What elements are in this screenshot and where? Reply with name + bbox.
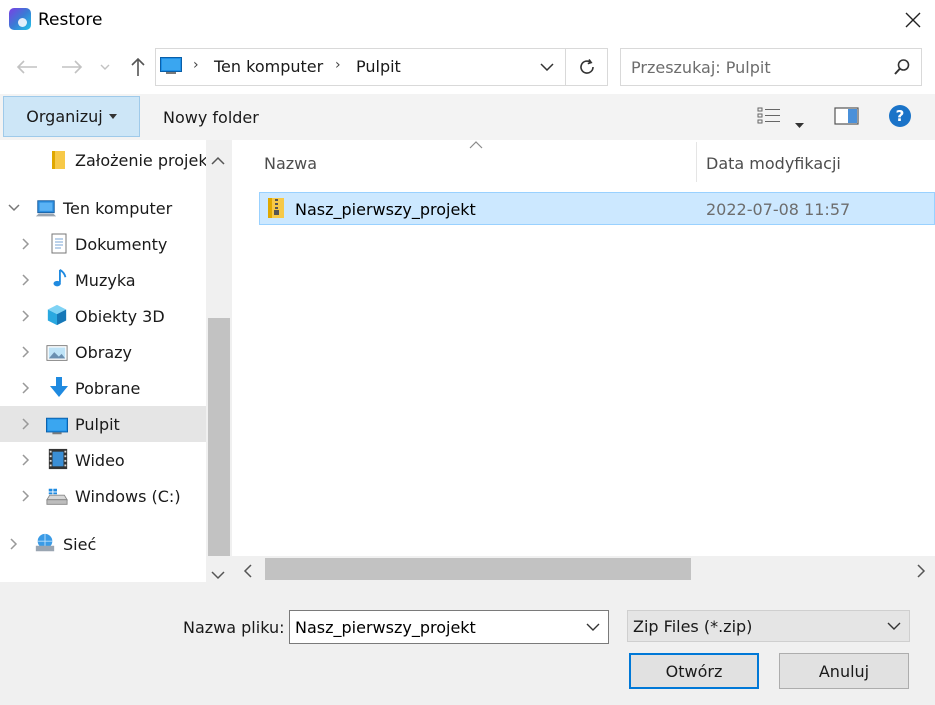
column-header-name[interactable]: Nazwa	[264, 154, 317, 173]
tree-item-label: Sieć	[63, 534, 97, 554]
chevron-right-icon	[22, 346, 30, 358]
arrow-left-icon	[16, 60, 37, 74]
tree-item-label: Pulpit	[75, 414, 120, 434]
refresh-button[interactable]	[566, 48, 608, 86]
tree-item-pulpit[interactable]: Pulpit	[0, 406, 206, 442]
new-folder-button[interactable]: Nowy folder	[163, 108, 259, 127]
up-button[interactable]	[123, 54, 153, 80]
tree-item-obiekty-3d[interactable]: Obiekty 3D	[0, 298, 206, 334]
view-options-icon[interactable]	[757, 106, 781, 130]
navigation-scroll-thumb[interactable]	[208, 318, 230, 556]
forward-button[interactable]	[57, 54, 87, 80]
search-placeholder[interactable]: Przeszukaj: Pulpit	[631, 58, 771, 77]
preview-pane-icon[interactable]	[834, 106, 860, 130]
chevron-right-icon	[22, 418, 30, 430]
chevron-down-icon	[100, 64, 110, 70]
app-icon	[9, 8, 31, 30]
arrow-right-icon	[62, 60, 83, 74]
cancel-button[interactable]: Anuluj	[779, 653, 909, 689]
window-title: Restore	[38, 10, 103, 30]
folder-icon	[52, 151, 65, 169]
column-header-date[interactable]: Data modyfikacji	[706, 154, 841, 173]
close-button[interactable]	[890, 0, 935, 40]
horizontal-scroll-thumb[interactable]	[265, 558, 691, 580]
search-icon[interactable]	[893, 58, 911, 80]
refresh-icon	[579, 59, 594, 74]
chevron-right-icon	[22, 238, 30, 250]
chevron-down-icon	[586, 623, 600, 631]
video-icon	[48, 448, 68, 470]
address-dropdown-button[interactable]	[528, 48, 566, 86]
open-button[interactable]: Otwórz	[629, 653, 759, 689]
chevron-down-icon	[540, 63, 554, 71]
scroll-up-icon[interactable]	[211, 150, 225, 169]
chevron-right-icon	[10, 538, 18, 550]
file-name: Nasz_pierwszy_projekt	[295, 200, 476, 219]
sort-ascending-icon	[469, 138, 483, 152]
music-icon	[53, 269, 67, 287]
title-bar	[0, 0, 935, 40]
navigation-pane[interactable]: Założenie projek Ten komputer Dokumenty …	[0, 140, 232, 582]
recent-locations-button[interactable]	[92, 54, 118, 80]
filename-label: Nazwa pliku:	[183, 618, 285, 637]
tree-item-label: Muzyka	[75, 270, 136, 290]
tree-item-muzyka[interactable]: Muzyka	[0, 262, 206, 298]
network-icon	[35, 533, 55, 552]
drive-icon	[46, 488, 68, 505]
organize-label: Organizuj	[26, 107, 103, 126]
tree-item-zalozenie-projektu[interactable]: Założenie projek	[0, 142, 208, 178]
chevron-down-icon	[887, 622, 901, 630]
tree-item-windows-c[interactable]: Windows (C:)	[0, 478, 206, 514]
arrow-up-icon	[131, 57, 145, 76]
filetype-dropdown-button[interactable]	[880, 612, 908, 640]
back-button[interactable]	[12, 54, 42, 80]
desktop-icon	[46, 417, 68, 435]
desktop-icon	[160, 57, 182, 74]
tree-item-label: Pobrane	[75, 378, 141, 398]
breadcrumb-ten-komputer[interactable]: Ten komputer	[214, 57, 323, 76]
tree-item-label: Dokumenty	[75, 234, 168, 254]
chevron-right-icon	[22, 382, 30, 394]
tree-item-label: Wideo	[75, 450, 125, 470]
download-icon	[50, 377, 68, 397]
filetype-value: Zip Files (*.zip)	[633, 617, 753, 636]
tree-item-label: Ten komputer	[63, 198, 173, 218]
organize-button[interactable]: Organizuj	[3, 96, 140, 137]
filename-input[interactable]	[289, 610, 609, 644]
chevron-right-icon	[22, 490, 30, 502]
scroll-right-icon[interactable]	[917, 563, 926, 582]
chevron-right-icon	[22, 274, 30, 286]
breadcrumb-separator-icon: ›	[335, 57, 341, 73]
documents-icon	[51, 233, 67, 254]
computer-icon	[35, 200, 57, 217]
view-dropdown-icon[interactable]	[795, 113, 804, 132]
svg-text:?: ?	[896, 107, 905, 125]
tree-item-siec[interactable]: Sieć	[0, 526, 206, 562]
tree-item-label: Windows (C:)	[75, 486, 181, 506]
tree-item-label: Założenie projek	[75, 150, 208, 170]
file-date: 2022-07-08 11:57	[706, 200, 851, 219]
close-icon	[905, 12, 920, 28]
breadcrumb-separator-icon: ›	[193, 57, 199, 73]
tree-item-label: Obiekty 3D	[75, 306, 165, 326]
help-icon[interactable]: ?	[888, 104, 912, 132]
caret-down-icon	[108, 114, 117, 119]
tree-item-obrazy[interactable]: Obrazy	[0, 334, 206, 370]
column-divider[interactable]	[696, 142, 697, 182]
chevron-right-icon	[22, 310, 30, 322]
breadcrumb-pulpit[interactable]: Pulpit	[356, 57, 401, 76]
pictures-icon	[46, 345, 68, 361]
chevron-down-icon	[8, 204, 20, 212]
cube-icon	[47, 304, 67, 326]
tree-item-dokumenty[interactable]: Dokumenty	[0, 226, 206, 262]
zip-folder-icon	[266, 196, 286, 224]
tree-item-label: Obrazy	[75, 342, 132, 362]
chevron-right-icon	[22, 454, 30, 466]
scroll-left-icon[interactable]	[243, 563, 252, 582]
tree-item-wideo[interactable]: Wideo	[0, 442, 206, 478]
tree-item-ten-komputer[interactable]: Ten komputer	[0, 190, 206, 226]
filename-dropdown-button[interactable]	[578, 612, 608, 642]
tree-item-pobrane[interactable]: Pobrane	[0, 370, 206, 406]
